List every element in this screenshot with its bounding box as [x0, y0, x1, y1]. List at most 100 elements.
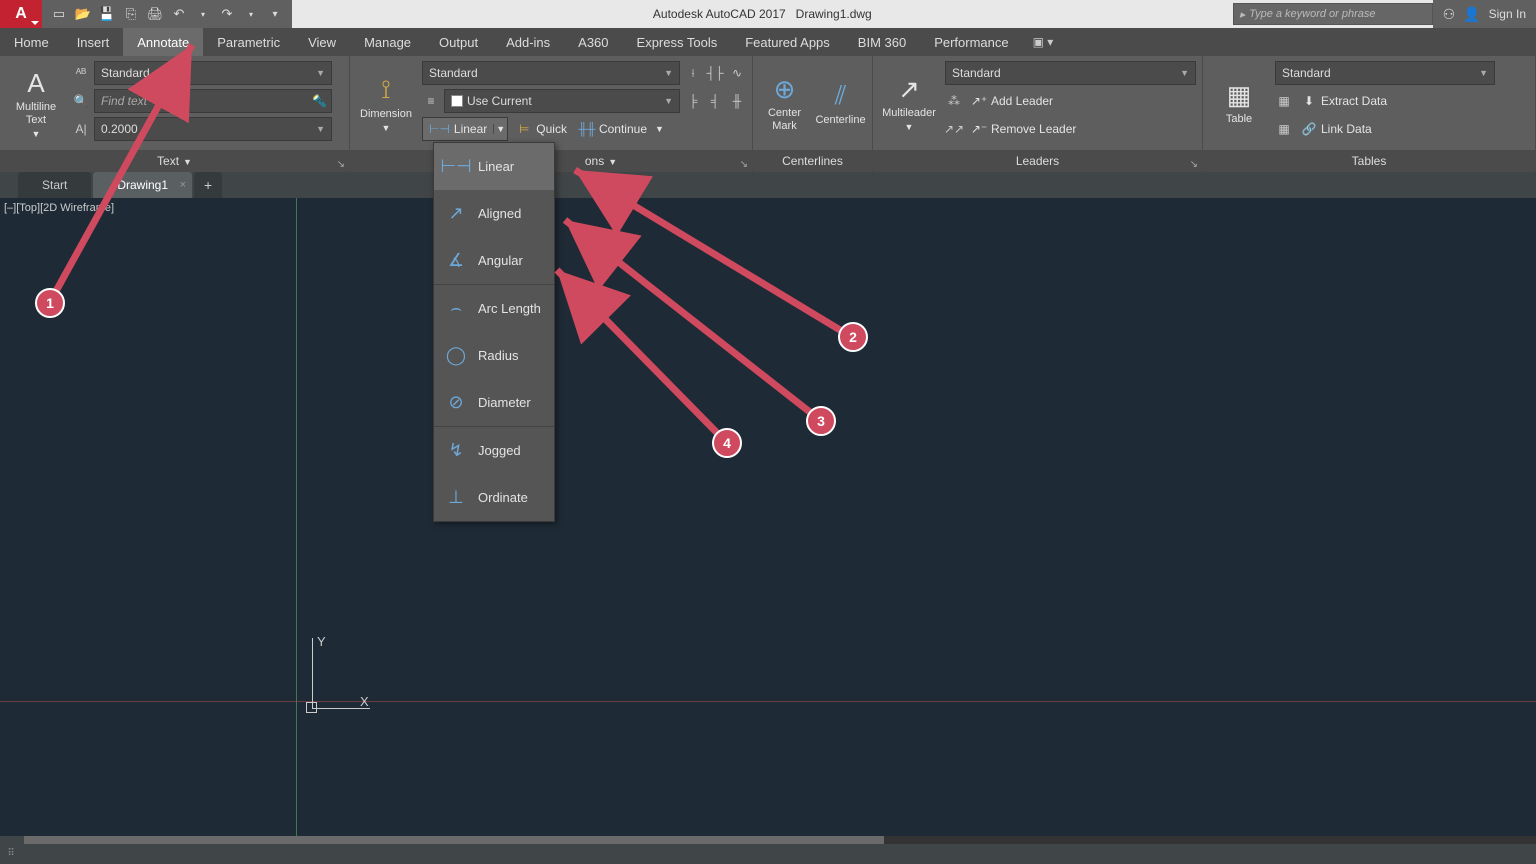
- tab-featured[interactable]: Featured Apps: [731, 28, 844, 56]
- dim-aligned-item[interactable]: ↗Aligned: [434, 190, 554, 237]
- user-icon[interactable]: 👤: [1463, 6, 1480, 23]
- dimension-type-dropdown: ⊢⊣Linear ↗Aligned ∡Angular ⌢Arc Length ◯…: [433, 142, 555, 522]
- ribbon-body: A Multiline Text ▼ ᴬᴮ Standard▼ 🔍 Find t…: [0, 56, 1536, 170]
- dimension-icon: ⟟: [381, 74, 391, 106]
- close-tab-icon[interactable]: ×: [180, 179, 186, 191]
- panel-tables-title[interactable]: Tables: [1203, 150, 1535, 172]
- tab-insert[interactable]: Insert: [63, 28, 124, 56]
- tab-performance[interactable]: Performance: [920, 28, 1022, 56]
- dim-tool2-icon[interactable]: ┤├: [706, 64, 724, 82]
- filetab-drawing[interactable]: Drawing1×: [93, 172, 192, 198]
- dimension-button[interactable]: ⟟ Dimension ▼: [356, 60, 416, 146]
- text-height-icon[interactable]: A|: [72, 120, 90, 138]
- drawing-canvas[interactable]: [–][Top][2D Wireframe] YX: [0, 198, 1536, 836]
- dim-tool4-icon[interactable]: ╞: [684, 92, 702, 110]
- undo-dd-icon[interactable]: ▾: [192, 3, 214, 25]
- view-controls-label[interactable]: [–][Top][2D Wireframe]: [4, 202, 114, 214]
- continue-icon: ╫╫: [579, 121, 595, 137]
- saveas-icon[interactable]: ⎘: [120, 3, 142, 25]
- text-height-combo[interactable]: 0.2000▼: [94, 117, 332, 141]
- extract-data-button[interactable]: ⬇Extract Data: [1297, 91, 1391, 111]
- mtext-icon: A: [27, 68, 44, 99]
- tab-annotate[interactable]: Annotate: [123, 28, 203, 56]
- ribbon-options[interactable]: ▣ ▾: [1033, 35, 1054, 49]
- dim-layer-icon[interactable]: ≡: [422, 92, 440, 110]
- spellcheck-icon[interactable]: ᴬᴮ: [72, 64, 90, 82]
- centerline-icon: ⫽: [835, 80, 847, 112]
- panel-leaders: ↗ Multileader ▼ Standard▼ ⁂ ↗⁺Add Leader…: [873, 56, 1203, 170]
- open-icon[interactable]: 📂: [72, 3, 94, 25]
- save-icon[interactable]: 💾: [96, 3, 118, 25]
- tab-a360[interactable]: A360: [564, 28, 622, 56]
- extract-icon: ⬇: [1301, 93, 1317, 109]
- redo-dd-icon[interactable]: ▾: [240, 3, 262, 25]
- dim-ordinate-item[interactable]: ⊥Ordinate: [434, 474, 554, 521]
- remove-leader-icon: ↗⁻: [971, 121, 987, 137]
- dim-diameter-item[interactable]: ⊘Diameter: [434, 379, 554, 426]
- title-right: ⚇ 👤 Sign In: [1433, 0, 1536, 28]
- multileader-icon: ↗: [898, 74, 920, 105]
- new-icon[interactable]: ▭: [48, 3, 70, 25]
- infocenter-icon[interactable]: ⚇: [1443, 6, 1456, 23]
- dim-radius-item[interactable]: ◯Radius: [434, 332, 554, 379]
- table-link-icon[interactable]: ▦: [1275, 120, 1293, 138]
- filetab-start[interactable]: Start: [18, 172, 91, 198]
- dim-layer-combo[interactable]: Use Current▼: [444, 89, 680, 113]
- tab-parametric[interactable]: Parametric: [203, 28, 294, 56]
- table-extract-icon[interactable]: ▦: [1275, 92, 1293, 110]
- file-tabs: Start Drawing1× +: [0, 170, 1536, 198]
- help-search-input[interactable]: ▸ Type a keyword or phrase: [1233, 3, 1433, 25]
- leader-align-icon[interactable]: ↗↗: [945, 120, 963, 138]
- link-data-button[interactable]: 🔗Link Data: [1297, 119, 1376, 139]
- dim-tool3-icon[interactable]: ∿: [728, 64, 746, 82]
- dim-jogged-item[interactable]: ↯Jogged: [434, 427, 554, 474]
- dim-tool1-icon[interactable]: ⟊: [684, 64, 702, 82]
- dim-tool5-icon[interactable]: ╡: [706, 92, 724, 110]
- add-leader-icon: ↗⁺: [971, 93, 987, 109]
- tab-bim360[interactable]: BIM 360: [844, 28, 920, 56]
- find-text-input[interactable]: Find text🔦: [94, 89, 332, 113]
- undo-icon[interactable]: ↶: [168, 3, 190, 25]
- leader-col-icon[interactable]: ⁂: [945, 92, 963, 110]
- qat-custom-icon[interactable]: ▾: [264, 3, 286, 25]
- radius-dim-icon: ◯: [442, 342, 470, 370]
- multiline-text-button[interactable]: A Multiline Text ▼: [6, 60, 66, 146]
- dim-linear-split[interactable]: ⊢⊣Linear ▼: [422, 117, 508, 141]
- dim-angular-item[interactable]: ∡Angular: [434, 237, 554, 284]
- dim-style-combo[interactable]: Standard▼: [422, 61, 680, 85]
- quick-icon: ⊨: [516, 121, 532, 137]
- dim-continue-button[interactable]: ╫╫Continue▼: [575, 119, 668, 139]
- centerline-button[interactable]: ⫽ Centerline: [816, 60, 866, 146]
- table-button[interactable]: ▦ Table: [1209, 60, 1269, 146]
- text-style-combo[interactable]: Standard▼: [94, 61, 332, 85]
- aligned-dim-icon: ↗: [442, 200, 470, 228]
- model-space-grip[interactable]: ⠿: [0, 842, 22, 864]
- linear-dim-icon: ⊢⊣: [442, 153, 470, 181]
- tab-output[interactable]: Output: [425, 28, 492, 56]
- panel-text-title[interactable]: Text▼↘: [0, 150, 349, 172]
- panel-leaders-title[interactable]: Leaders↘: [873, 150, 1202, 172]
- tab-view[interactable]: View: [294, 28, 350, 56]
- tab-express[interactable]: Express Tools: [623, 28, 732, 56]
- leader-style-combo[interactable]: Standard▼: [945, 61, 1196, 85]
- remove-leader-button[interactable]: ↗⁻Remove Leader: [967, 119, 1080, 139]
- dim-quick-button[interactable]: ⊨Quick: [512, 119, 571, 139]
- find-icon[interactable]: 🔍: [72, 92, 90, 110]
- dim-arc-item[interactable]: ⌢Arc Length: [434, 285, 554, 332]
- dim-linear-item[interactable]: ⊢⊣Linear: [434, 143, 554, 190]
- tab-home[interactable]: Home: [0, 28, 63, 56]
- filetab-add[interactable]: +: [194, 172, 222, 198]
- print-icon[interactable]: 🖨: [144, 3, 166, 25]
- add-leader-button[interactable]: ↗⁺Add Leader: [967, 91, 1057, 111]
- tab-manage[interactable]: Manage: [350, 28, 425, 56]
- signin-button[interactable]: Sign In: [1489, 7, 1526, 21]
- centermark-button[interactable]: ⊕ Center Mark: [760, 60, 810, 146]
- tab-addins[interactable]: Add-ins: [492, 28, 564, 56]
- dim-tool6-icon[interactable]: ╫: [728, 92, 746, 110]
- panel-center-title: Centerlines: [753, 150, 872, 172]
- redo-icon[interactable]: ↷: [216, 3, 238, 25]
- app-menu-button[interactable]: A: [0, 0, 42, 28]
- table-style-combo[interactable]: Standard▼: [1275, 61, 1495, 85]
- multileader-button[interactable]: ↗ Multileader ▼: [879, 60, 939, 146]
- h-scrollbar-thumb[interactable]: [24, 836, 884, 844]
